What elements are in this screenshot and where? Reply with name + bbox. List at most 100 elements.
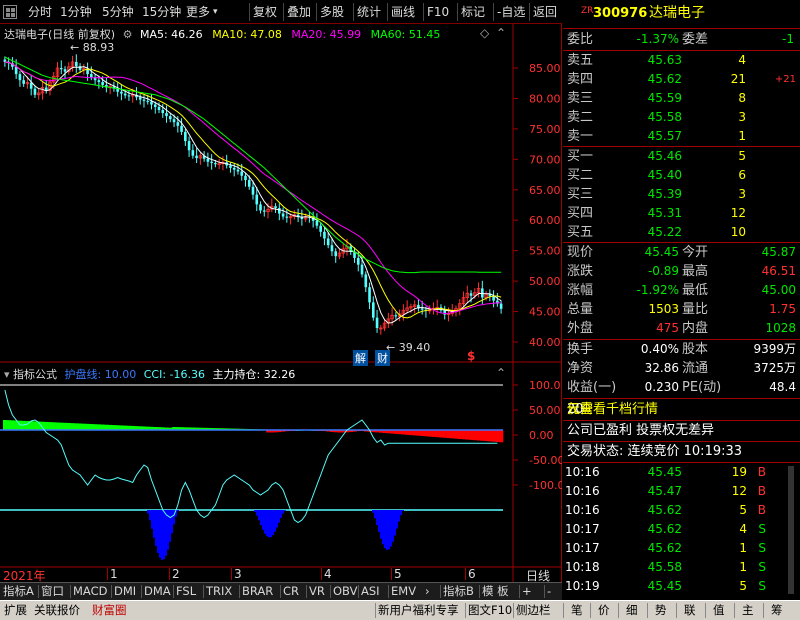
bid-row[interactable]: 买一 45.46 5 xyxy=(563,147,800,166)
chart-title: 达瑞电子(日线 前复权) xyxy=(4,28,116,41)
tb-back[interactable]: 返回 xyxy=(533,0,557,24)
tick-volume: 1 xyxy=(739,541,747,555)
dip-bar xyxy=(396,510,398,529)
candle-body xyxy=(375,317,379,328)
status-item[interactable]: 新用户福利专享 xyxy=(378,601,459,620)
indicator-tab[interactable]: EMV xyxy=(391,583,416,600)
stat-row: 现价 45.45 今开 45.87 xyxy=(563,243,800,262)
indicator-tab[interactable]: + xyxy=(522,583,532,600)
unlock-badge[interactable]: 解 xyxy=(353,350,368,366)
finance-badge[interactable]: 财 xyxy=(375,350,390,366)
panel-tab[interactable]: 主 xyxy=(742,601,754,620)
kline-chart[interactable]: 85.0080.0075.0070.0065.0060.0055.0050.00… xyxy=(0,24,562,582)
dip-bar xyxy=(266,510,268,537)
tb-adjust[interactable]: 复权 xyxy=(253,0,277,24)
indicator-tick-label: 100.0 xyxy=(529,379,561,392)
tb-mark[interactable]: 标记 xyxy=(461,0,485,24)
bid-price: 45.39 xyxy=(647,187,682,201)
panel-tab[interactable]: 价 xyxy=(598,601,610,620)
indicator-collapse-icon[interactable]: ⌃ xyxy=(496,366,506,380)
status-item[interactable]: 侧边栏 xyxy=(516,601,551,620)
tb-remove-watch[interactable]: -自选 xyxy=(497,0,525,24)
indicator-tab[interactable]: BRAR xyxy=(242,583,273,600)
ask-row[interactable]: 卖五 45.63 4 xyxy=(563,51,800,70)
indicator-tab[interactable]: 模 板 xyxy=(482,583,509,600)
ask-label: 卖五 xyxy=(567,53,594,68)
candle-body xyxy=(14,66,18,75)
bid-row[interactable]: 买三 45.39 3 xyxy=(563,185,800,204)
settings-icon[interactable]: ⚙ xyxy=(123,28,133,41)
bid-row[interactable]: 买二 45.40 6 xyxy=(563,166,800,185)
tb-draw[interactable]: 画线 xyxy=(391,0,415,24)
indicator-tab[interactable]: 指标B xyxy=(443,583,474,600)
indicator-tab[interactable]: 窗口 xyxy=(41,583,64,600)
indicator-tab[interactable]: 指标A xyxy=(3,583,34,600)
toolbar-separator xyxy=(316,3,317,21)
candle-body xyxy=(157,106,161,111)
indicator-tab[interactable]: DMA xyxy=(144,583,171,600)
window-menu-icon[interactable] xyxy=(3,5,17,19)
scrollbar[interactable] xyxy=(788,466,794,594)
tb-intraday[interactable]: 分时 xyxy=(28,0,52,24)
tb-1min[interactable]: 1分钟 xyxy=(60,0,92,24)
status-item[interactable]: 图文F10 xyxy=(468,601,512,620)
tick-side: B xyxy=(757,465,766,479)
tb-5min[interactable]: 5分钟 xyxy=(102,0,134,24)
status-item[interactable]: 财富圈 xyxy=(92,601,127,620)
ask-row[interactable]: 卖四 45.62 21 +21 xyxy=(563,70,800,89)
more-dropdown-icon[interactable]: ▾ xyxy=(213,0,218,24)
status-item[interactable]: 关联报价 xyxy=(34,601,80,620)
promo-link[interactable]: 仅需 20 元查看千档行情 xyxy=(563,400,800,420)
candle-body xyxy=(259,204,262,211)
dropdown-icon[interactable]: ▾ xyxy=(4,368,10,381)
candle-body xyxy=(210,161,213,163)
bid-row[interactable]: 买四 45.31 12 xyxy=(563,204,800,223)
tick-time: 10:17 xyxy=(565,541,600,555)
stat-value: 45.00 xyxy=(761,283,796,297)
ask-row[interactable]: 卖一 45.57 1 xyxy=(563,127,800,146)
tab-separator xyxy=(544,585,545,598)
indicator-tab[interactable]: TRIX xyxy=(206,583,232,600)
month-tick xyxy=(231,568,232,580)
indicator-tick-label: -50.00 xyxy=(529,454,562,467)
tb-multi[interactable]: 多股 xyxy=(320,0,344,24)
histogram-bar xyxy=(427,430,432,437)
dividend-badge[interactable]: $ xyxy=(467,349,475,363)
indicator-tab[interactable]: ASI xyxy=(361,583,380,600)
panel-tab[interactable]: 值 xyxy=(713,601,725,620)
tick-price: 45.45 xyxy=(647,579,682,593)
panel-tab[interactable]: 筹 xyxy=(771,601,783,620)
indicator-tab[interactable]: DMI xyxy=(114,583,136,600)
panel-tab[interactable]: 笔 xyxy=(571,601,583,620)
tb-overlay[interactable]: 叠加 xyxy=(287,0,311,24)
tick-price: 45.62 xyxy=(647,541,682,555)
indicator-tab[interactable]: MACD xyxy=(73,583,107,600)
indicator-tab[interactable]: VR xyxy=(309,583,325,600)
tb-f10[interactable]: F10 xyxy=(427,0,449,24)
indicator-tab[interactable]: OBV xyxy=(333,583,357,600)
tb-stats[interactable]: 统计 xyxy=(357,0,381,24)
diamond-icon[interactable]: ◇ xyxy=(480,26,489,40)
indicator-name[interactable]: 指标公式 xyxy=(13,368,57,381)
histogram-bar xyxy=(51,422,56,430)
tb-more[interactable]: 更多 xyxy=(186,0,210,24)
ask-row[interactable]: 卖二 45.58 3 xyxy=(563,108,800,127)
panel-tab[interactable]: 细 xyxy=(626,601,638,620)
panel-tab[interactable]: 联 xyxy=(684,601,696,620)
bid-row[interactable]: 买五 45.22 10 xyxy=(563,223,800,242)
status-item[interactable]: 扩展 xyxy=(4,601,27,620)
indicator-tab[interactable]: - xyxy=(547,583,551,600)
stock-name[interactable]: 达瑞电子 xyxy=(649,4,705,23)
tb-15min[interactable]: 15分钟 xyxy=(142,0,181,24)
panel-tab[interactable]: 势 xyxy=(655,601,667,620)
fund-label: 净资 xyxy=(567,361,594,376)
ask-row[interactable]: 卖三 45.59 8 xyxy=(563,89,800,108)
indicator-tab[interactable]: FSL xyxy=(176,583,196,600)
dip-bar xyxy=(258,510,260,521)
tabs-scroll-right-icon[interactable]: › xyxy=(425,583,430,600)
company-note: 公司已盈利 投票权无差异 xyxy=(563,421,800,441)
indicator-tab[interactable]: CR xyxy=(283,583,299,600)
month-tick xyxy=(391,568,392,580)
collapse-icon[interactable]: ⌃ xyxy=(496,26,506,40)
candle-body xyxy=(334,251,338,257)
